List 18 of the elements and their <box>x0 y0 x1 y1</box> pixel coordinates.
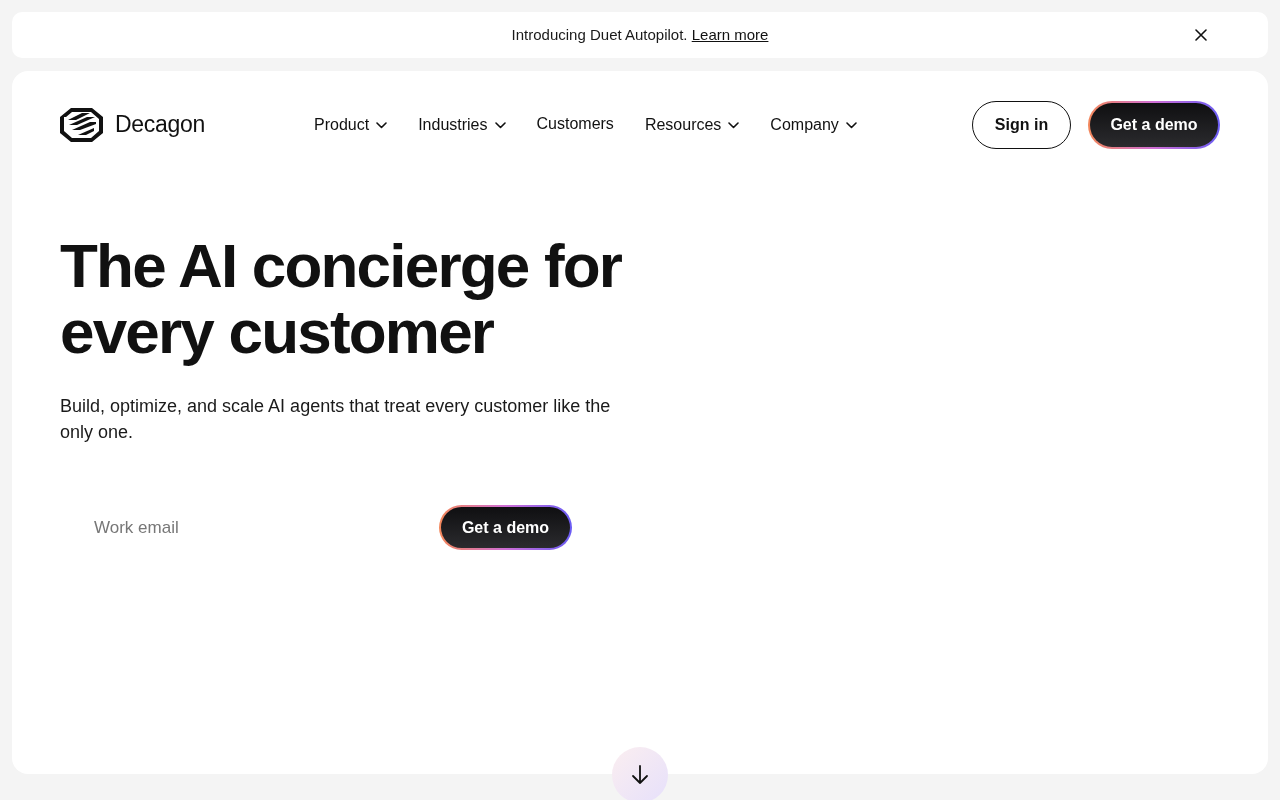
hero-subtitle: Build, optimize, and scale AI agents that treat every customer like the only one. <box>60 395 612 444</box>
nav-link[interactable]: Resources <box>644 112 740 137</box>
brand-logo[interactable]: Decagon <box>60 107 205 142</box>
brand-name: Decagon <box>115 110 205 140</box>
get-demo-button[interactable]: Get a demo <box>439 505 572 550</box>
arrow-down-icon <box>631 765 649 785</box>
get-demo-button[interactable]: Get a demo <box>1088 100 1220 149</box>
nav-link[interactable]: Industries <box>418 112 506 137</box>
nav-link[interactable]: Company <box>770 112 857 137</box>
announcement-text: Introducing Duet Autopilot. Learn more <box>511 24 769 45</box>
learn-more-link[interactable]: Learn more <box>691 25 769 43</box>
nav-link[interactable]: Customers <box>536 111 614 136</box>
hero-headline: The AI concierge for every customer <box>60 233 623 365</box>
close-button[interactable] <box>1192 26 1210 44</box>
nav-link[interactable]: Product <box>314 112 388 137</box>
logo-icon <box>60 107 103 142</box>
email-field[interactable]: Work email <box>60 505 435 550</box>
close-icon <box>1195 29 1207 41</box>
